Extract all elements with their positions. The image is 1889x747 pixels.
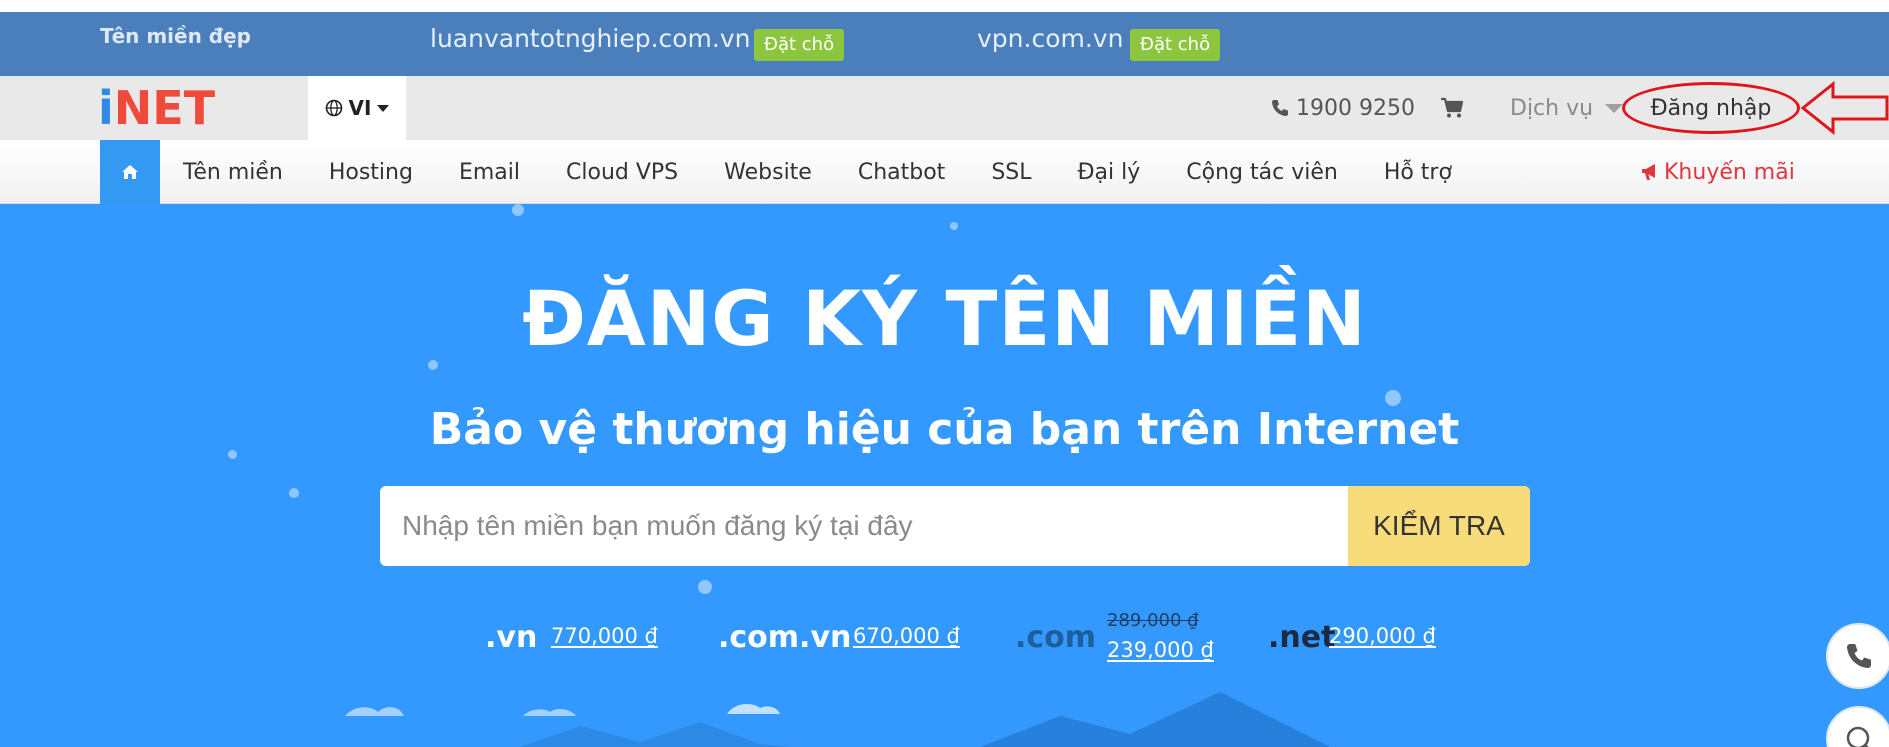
decor-dot: [512, 204, 524, 216]
decor-dot: [950, 222, 958, 230]
nav-item-chatbot[interactable]: Chatbot: [835, 160, 968, 185]
globe-icon: [325, 99, 342, 117]
login-label: Đăng nhập: [1650, 95, 1772, 121]
domain-search-input[interactable]: [380, 486, 1348, 566]
reserve-button-vpn[interactable]: Đặt chỗ: [1130, 29, 1221, 61]
nav-item-agency[interactable]: Đại lý: [1055, 160, 1164, 185]
promo-domain-vpn[interactable]: vpn.com.vn: [977, 24, 1123, 53]
old-price-com: 289,000 ₫: [1107, 610, 1199, 631]
annotation-arrow-icon: [1800, 80, 1889, 136]
nav-item-domain[interactable]: Tên miền: [160, 160, 306, 185]
tld-vn: .vn: [485, 620, 538, 655]
hero-subtitle: Bảo vệ thương hiệu của bạn trên Internet: [429, 404, 1460, 455]
hotline-number: 1900 9250: [1296, 95, 1415, 121]
login-button[interactable]: Đăng nhập: [1622, 82, 1800, 134]
mountain-decoration: [345, 692, 1330, 747]
tld-net: .net: [1268, 620, 1336, 655]
nav-item-cloud-vps[interactable]: Cloud VPS: [543, 160, 701, 185]
price-vn[interactable]: 770,000 ₫: [551, 624, 658, 648]
phone-icon: [1847, 644, 1871, 668]
cart-button[interactable]: [1440, 76, 1464, 140]
language-label: VI: [348, 96, 372, 120]
phone-icon: [1272, 100, 1288, 116]
chevron-down-icon: [1605, 103, 1624, 113]
nav-item-support[interactable]: Hỗ trợ: [1361, 160, 1475, 185]
hero-section: ĐĂNG KÝ TÊN MIỀN Bảo vệ thương hiệu của …: [0, 204, 1889, 747]
megaphone-icon: [1642, 164, 1655, 180]
chevron-down-icon: [377, 104, 390, 112]
tld-com: .com: [1015, 620, 1097, 655]
promo-label: Tên miền đẹp: [100, 24, 251, 48]
price-net[interactable]: 290,000 ₫: [1329, 624, 1436, 648]
nav-item-email[interactable]: Email: [436, 160, 543, 185]
services-label: Dịch vụ: [1510, 95, 1594, 121]
nav-item-ssl[interactable]: SSL: [968, 160, 1054, 185]
tld-com-vn: .com.vn: [718, 620, 852, 655]
home-icon: [122, 165, 138, 179]
nav-item-hosting[interactable]: Hosting: [306, 160, 436, 185]
hotline-link[interactable]: 1900 9250: [1270, 76, 1415, 140]
header: iNET VI 1900 9250 Dịch vụ Đăng nhập: [0, 76, 1889, 140]
logo-text: iNET: [98, 84, 216, 132]
home-button[interactable]: [100, 140, 160, 204]
nav-item-affiliate[interactable]: Cộng tác viên: [1163, 160, 1361, 185]
inet-logo[interactable]: iNET: [98, 84, 258, 132]
call-float-button[interactable]: [1826, 623, 1889, 689]
language-selector[interactable]: VI: [308, 76, 406, 140]
decor-dot: [698, 580, 712, 594]
domain-pricing: .vn 770,000 ₫ .com.vn 670,000 ₫ .com 289…: [0, 610, 1889, 670]
nav-item-website[interactable]: Website: [701, 160, 835, 185]
services-dropdown[interactable]: Dịch vụ: [1510, 76, 1624, 140]
main-nav: Tên miền Hosting Email Cloud VPS Website…: [0, 140, 1889, 204]
promo-bar: Tên miền đẹp luanvantotnghiep.com.vn Đặt…: [0, 12, 1889, 76]
decor-dot: [289, 488, 299, 498]
price-com[interactable]: 239,000 ₫: [1107, 638, 1214, 662]
promo-domain-luanvantotnghiep[interactable]: luanvantotnghiep.com.vn: [430, 24, 751, 53]
cart-icon: [1441, 97, 1464, 118]
check-domain-button[interactable]: KIỂM TRA: [1348, 486, 1530, 566]
domain-search-box: KIỂM TRA: [380, 486, 1530, 566]
chat-icon: [1846, 726, 1870, 747]
promotion-label: Khuyến mãi: [1664, 159, 1795, 185]
price-com-vn[interactable]: 670,000 ₫: [853, 624, 960, 648]
promotion-link[interactable]: Khuyến mãi: [1640, 140, 1795, 204]
hero-title: ĐĂNG KÝ TÊN MIỀN: [522, 274, 1367, 363]
reserve-button-luanvantotnghiep[interactable]: Đặt chỗ: [754, 29, 845, 61]
